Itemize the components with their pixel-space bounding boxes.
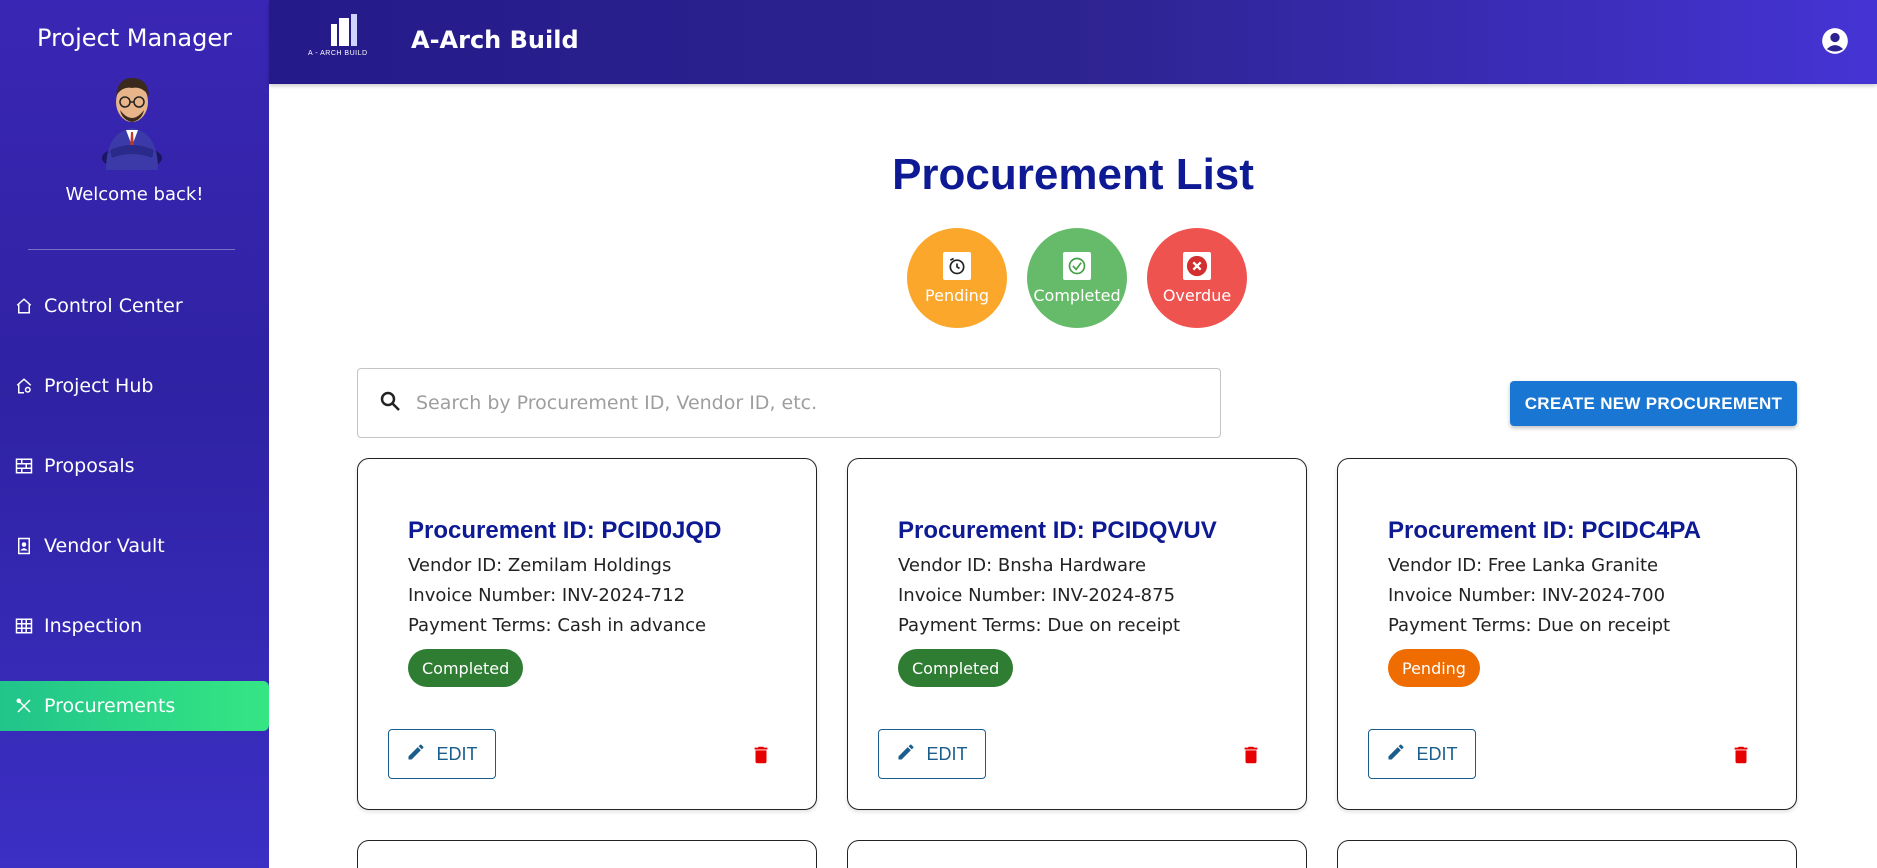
procurement-card: Procurement ID: PCID0JQD Vendor ID: Zemi… — [357, 458, 817, 810]
procurement-card — [847, 840, 1307, 868]
sidebar-item-project-hub[interactable]: Project Hub — [0, 361, 269, 411]
procurement-id: Procurement ID: PCID0JQD — [408, 517, 722, 544]
sidebar-divider — [28, 249, 235, 250]
edit-button[interactable]: EDIT — [1368, 729, 1476, 779]
sidebar-item-vendor-vault[interactable]: Vendor Vault — [0, 521, 269, 571]
welcome-text: Welcome back! — [65, 184, 204, 205]
procurement-card — [1337, 840, 1797, 868]
avatar — [92, 66, 172, 170]
create-procurement-button[interactable]: CREATE NEW PROCUREMENT — [1510, 381, 1797, 426]
invoice-number: Invoice Number: INV-2024-875 — [898, 585, 1176, 606]
sidebar-item-label: Control Center — [44, 295, 183, 317]
account-circle-icon[interactable] — [1821, 27, 1849, 55]
clock-icon — [943, 251, 971, 280]
pencil-icon — [406, 742, 426, 767]
status-badge: Pending — [1388, 649, 1480, 687]
edit-button[interactable]: EDIT — [388, 729, 496, 779]
trash-icon[interactable] — [1728, 741, 1754, 769]
sidebar-item-label: Vendor Vault — [44, 535, 165, 557]
vendor-id: Vendor ID: Bnsha Hardware — [898, 555, 1147, 576]
payment-terms: Payment Terms: Due on receipt — [1388, 615, 1671, 636]
vendor-id: Vendor ID: Zemilam Holdings — [408, 555, 672, 576]
filter-completed[interactable]: Completed — [1027, 228, 1127, 328]
home-icon — [14, 296, 34, 316]
sidebar-item-label: Proposals — [44, 455, 135, 477]
home-gear-icon — [14, 376, 34, 396]
sidebar-item-procurements[interactable]: Procurements — [0, 681, 269, 731]
search-icon — [378, 389, 402, 418]
sidebar-item-control-center[interactable]: Control Center — [0, 281, 269, 331]
check-circle-icon — [1063, 251, 1091, 280]
procurement-card: Procurement ID: PCIDC4PA Vendor ID: Free… — [1337, 458, 1797, 810]
page-title: Procurement List — [892, 150, 1254, 199]
filter-label: Pending — [925, 285, 989, 305]
brand-name: A-Arch Build — [411, 26, 579, 54]
edit-label: EDIT — [436, 743, 478, 764]
procurement-card: Procurement ID: PCIDQVUV Vendor ID: Bnsh… — [847, 458, 1307, 810]
edit-button[interactable]: EDIT — [878, 729, 986, 779]
filter-label: Overdue — [1162, 285, 1232, 305]
invoice-number: Invoice Number: INV-2024-700 — [1388, 585, 1666, 606]
procurement-id: Procurement ID: PCIDQVUV — [898, 517, 1217, 544]
x-circle-icon — [1183, 251, 1211, 280]
pencil-icon — [1386, 742, 1406, 767]
payment-terms: Payment Terms: Cash in advance — [408, 615, 707, 636]
top-bar: A - ARCH BUILD A-Arch Build — [269, 0, 1877, 84]
payment-terms: Payment Terms: Due on receipt — [898, 615, 1181, 636]
sidebar: Project Manager Welcome back! Control Ce… — [0, 0, 269, 868]
sidebar-item-proposals[interactable]: Proposals — [0, 441, 269, 491]
edit-label: EDIT — [926, 743, 968, 764]
table-icon — [14, 616, 34, 636]
sidebar-title: Project Manager — [37, 24, 232, 52]
filter-overdue[interactable]: Overdue — [1147, 228, 1247, 328]
tools-icon — [14, 696, 34, 716]
contact-book-icon — [14, 536, 34, 556]
trash-icon[interactable] — [748, 741, 774, 769]
procurement-id: Procurement ID: PCIDC4PA — [1388, 517, 1701, 544]
logo-text: A - ARCH BUILD — [308, 50, 368, 57]
filter-pending[interactable]: Pending — [907, 228, 1007, 328]
edit-label: EDIT — [1416, 743, 1458, 764]
vendor-id: Vendor ID: Free Lanka Granite — [1388, 555, 1659, 576]
status-badge: Completed — [408, 649, 524, 687]
sidebar-item-inspection[interactable]: Inspection — [0, 601, 269, 651]
invoice-number: Invoice Number: INV-2024-712 — [408, 585, 686, 606]
search-input[interactable] — [416, 392, 1196, 414]
pencil-icon — [896, 742, 916, 767]
brick-wall-icon — [14, 456, 34, 476]
filter-label: Completed — [1033, 285, 1121, 305]
procurement-card — [357, 840, 817, 868]
sidebar-item-label: Procurements — [44, 695, 176, 717]
status-badge: Completed — [898, 649, 1014, 687]
search-bar — [357, 368, 1221, 438]
sidebar-item-label: Project Hub — [44, 375, 154, 397]
trash-icon[interactable] — [1238, 741, 1264, 769]
sidebar-item-label: Inspection — [44, 615, 143, 637]
